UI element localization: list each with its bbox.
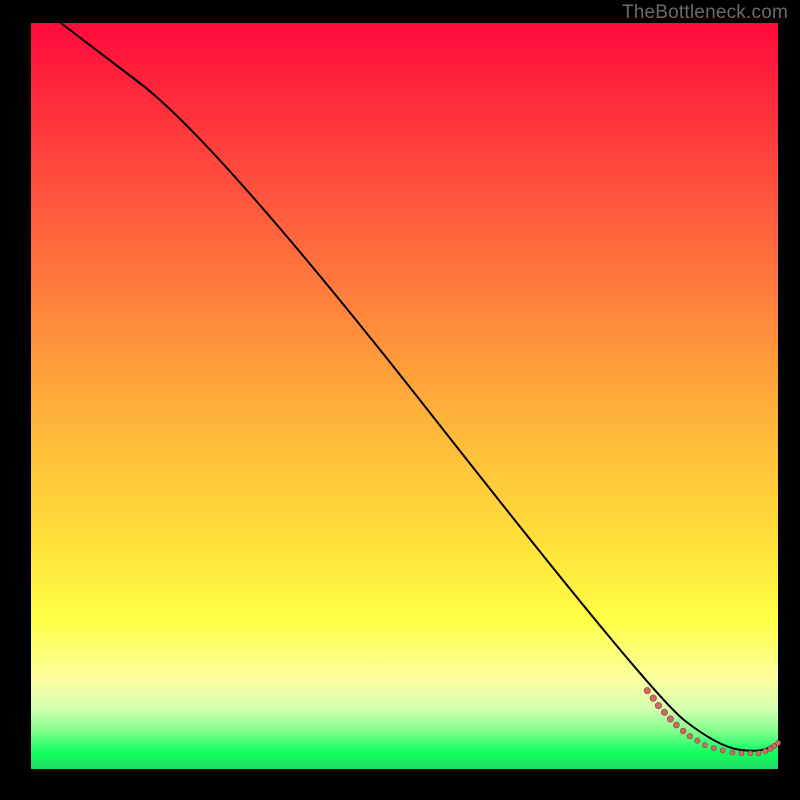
data-point xyxy=(756,751,761,756)
data-point xyxy=(748,751,753,756)
data-point xyxy=(687,733,693,739)
data-point xyxy=(775,740,780,745)
chart-overlay xyxy=(31,23,778,769)
data-point xyxy=(720,748,725,753)
data-point xyxy=(763,748,768,753)
data-point xyxy=(702,743,707,748)
data-point xyxy=(673,722,679,728)
bottleneck-curve xyxy=(61,23,778,751)
data-point xyxy=(667,716,673,722)
data-point xyxy=(739,751,744,756)
data-point xyxy=(644,687,650,693)
chart-root: TheBottleneck.com xyxy=(0,0,800,800)
data-point xyxy=(655,702,661,708)
data-point xyxy=(695,738,700,743)
watermark-text: TheBottleneck.com xyxy=(622,2,788,24)
data-point xyxy=(650,695,656,701)
data-point xyxy=(661,709,667,715)
plot-area xyxy=(31,23,778,769)
data-point-markers xyxy=(644,687,781,755)
data-point xyxy=(680,728,686,734)
data-point xyxy=(730,750,735,755)
data-point xyxy=(711,746,716,751)
bottleneck-curve-path xyxy=(61,23,778,751)
